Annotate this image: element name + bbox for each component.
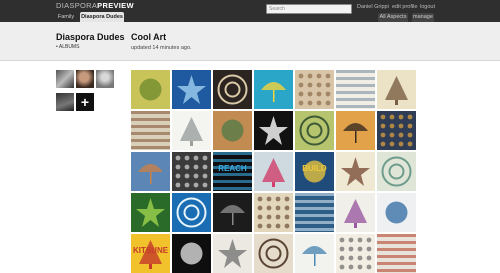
photo-thumbnail[interactable]: [377, 152, 416, 191]
album-title: Cool Art: [131, 32, 167, 42]
photo-thumbnail[interactable]: [336, 152, 375, 191]
photo-thumbnail[interactable]: [213, 193, 252, 232]
photo-thumbnail[interactable]: [377, 111, 416, 150]
photo-thumbnail[interactable]: BUILD: [295, 152, 334, 191]
albums-link[interactable]: • ALBUMS: [56, 44, 79, 50]
photo-thumbnail[interactable]: [254, 152, 293, 191]
photo-thumbnail[interactable]: [336, 193, 375, 232]
photo-caption: REACH: [218, 164, 247, 173]
photo-thumbnail[interactable]: [172, 152, 211, 191]
logout-link[interactable]: logout: [420, 4, 435, 10]
photo-thumbnail[interactable]: [295, 234, 334, 273]
photo-thumbnail[interactable]: [172, 70, 211, 109]
avatar[interactable]: [56, 93, 74, 111]
logo-text: DIASPORA: [56, 1, 98, 10]
photo-thumbnail[interactable]: [131, 152, 170, 191]
photo-thumbnail[interactable]: [172, 111, 211, 150]
photo-thumbnail[interactable]: [172, 193, 211, 232]
photo-thumbnail[interactable]: [295, 193, 334, 232]
photo-thumbnail[interactable]: [295, 70, 334, 109]
add-person-button[interactable]: +: [76, 93, 94, 111]
avatar[interactable]: [76, 70, 94, 88]
all-aspects-button[interactable]: All Aspects: [378, 13, 408, 22]
diaspora-logo[interactable]: DIASPORAPREVIEW: [56, 1, 134, 10]
avatar[interactable]: [96, 70, 114, 88]
photo-thumbnail[interactable]: KITSUNE: [131, 234, 170, 273]
photo-thumbnail[interactable]: [213, 70, 252, 109]
page-header: Diaspora Dudes • ALBUMS Cool Art updated…: [0, 22, 500, 61]
avatar[interactable]: [56, 70, 74, 88]
aspect-title: Diaspora Dudes: [56, 32, 125, 42]
photo-thumbnail[interactable]: [254, 70, 293, 109]
photo-thumbnail[interactable]: [295, 111, 334, 150]
photo-thumbnail[interactable]: [254, 193, 293, 232]
tab-diaspora-dudes[interactable]: Diaspora Dudes: [80, 12, 124, 22]
photo-thumbnail[interactable]: [131, 70, 170, 109]
photo-thumbnail[interactable]: [377, 193, 416, 232]
photo-caption: KITSUNE: [132, 246, 169, 255]
photo-thumbnail[interactable]: [131, 111, 170, 150]
photo-thumbnail[interactable]: [377, 70, 416, 109]
search-input[interactable]: Search: [266, 4, 352, 14]
top-bar: DIASPORAPREVIEW Family Diaspora Dudes Se…: [0, 0, 500, 22]
photo-caption: BUILD: [302, 164, 327, 173]
user-name-link[interactable]: Daniel Grippi: [357, 4, 389, 10]
edit-profile-link[interactable]: edit profile: [392, 4, 417, 10]
photo-thumbnail[interactable]: [336, 70, 375, 109]
photo-thumbnail[interactable]: [254, 234, 293, 273]
photo-thumbnail[interactable]: [213, 111, 252, 150]
photo-thumbnail[interactable]: [336, 234, 375, 273]
logo-suffix: PREVIEW: [97, 1, 134, 10]
tab-family[interactable]: Family: [56, 12, 76, 22]
updated-timestamp: updated 14 minutes ago.: [131, 45, 192, 51]
photo-thumbnail[interactable]: [254, 111, 293, 150]
photo-thumbnail[interactable]: [172, 234, 211, 273]
photo-thumbnail[interactable]: [377, 234, 416, 273]
photo-thumbnail[interactable]: REACH: [213, 152, 252, 191]
photo-thumbnail[interactable]: [131, 193, 170, 232]
photo-thumbnail[interactable]: [213, 234, 252, 273]
manage-button[interactable]: manage: [412, 13, 434, 22]
photo-thumbnail[interactable]: [336, 111, 375, 150]
